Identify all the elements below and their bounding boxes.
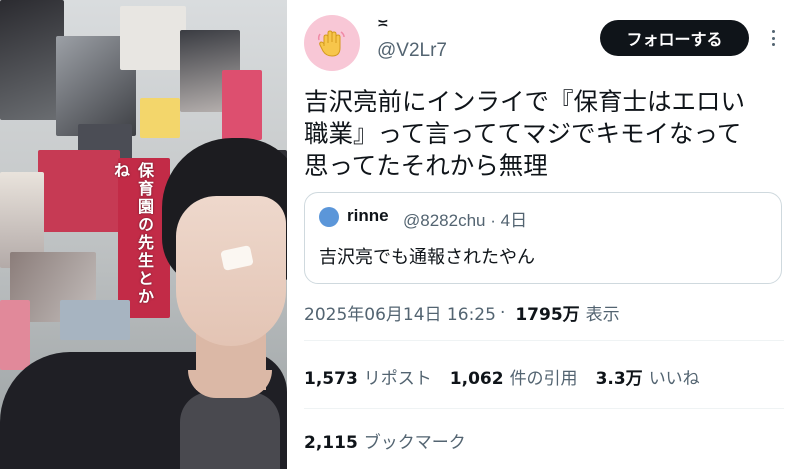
view-count: 1795万: [515, 305, 580, 325]
separator-dot: ·: [499, 302, 506, 323]
person-undershirt: [180, 392, 280, 469]
poster: [0, 0, 64, 120]
dot: [771, 43, 775, 46]
quote-count[interactable]: 1,062 件の引用: [450, 364, 578, 389]
quoted-tweet-meta: @8282chu · 4日: [403, 206, 527, 231]
view-count-label: 表示: [585, 305, 620, 325]
divider: [304, 340, 784, 341]
tweet-card: ≍ @V2Lr7 フォローする 吉沢亮前にインライで『保育士はエロい 職業』って…: [287, 0, 800, 469]
dot: [771, 36, 775, 40]
poster: [140, 98, 180, 138]
quoted-tweet-age: 4日: [500, 211, 528, 230]
author-handle[interactable]: @V2Lr7: [377, 40, 447, 62]
quoted-author-name: rinne: [347, 206, 389, 225]
poster: [60, 300, 130, 340]
author-avatar[interactable]: [304, 15, 360, 71]
repost-count[interactable]: 1,573 リポスト: [304, 364, 432, 389]
video-thumbnail[interactable]: 保育園の先生とかね: [0, 0, 287, 469]
tweet-timestamp[interactable]: 2025年06月14日 16:25: [304, 300, 496, 325]
bookmark-count-value: 2,115: [304, 433, 358, 453]
waving-hand-icon: [317, 30, 345, 57]
video-caption: 保育園の先生とかね: [111, 162, 154, 306]
more-options-icon[interactable]: [765, 24, 781, 52]
bookmark-count-label: ブックマーク: [363, 433, 466, 453]
quoted-author-avatar: [319, 207, 339, 227]
bookmark-count[interactable]: 2,115 ブックマーク: [304, 428, 466, 453]
dot: [771, 30, 775, 33]
tweet-timestamp-row: 2025年06月14日 16:25 · 1795万 表示: [304, 300, 620, 326]
like-count-label: いいね: [648, 369, 700, 389]
quote-count-label: 件の引用: [509, 369, 578, 389]
poster: [222, 70, 262, 140]
repost-count-label: リポスト: [363, 369, 432, 389]
divider: [304, 408, 784, 409]
quoted-author-handle: @8282chu: [403, 211, 486, 230]
like-count[interactable]: 3.3万 いいね: [596, 364, 700, 389]
quoted-tweet[interactable]: rinne @8282chu · 4日 吉沢亮でも通報されたやん: [304, 192, 782, 284]
follow-button[interactable]: フォローする: [600, 20, 749, 56]
author-display-name[interactable]: ≍: [377, 16, 389, 32]
repost-count-value: 1,573: [304, 369, 358, 389]
like-count-value: 3.3万: [595, 369, 643, 389]
tweet-text: 吉沢亮前にインライで『保育士はエロい 職業』って言っててマジでキモイなって 思っ…: [304, 87, 745, 180]
separator-dot: ·: [490, 211, 496, 230]
engagement-stats: 1,573 リポスト 1,062 件の引用 3.3万 いいね: [304, 364, 718, 389]
quoted-tweet-text: 吉沢亮でも通報されたやん: [319, 247, 535, 268]
quote-count-value: 1,062: [449, 369, 504, 389]
poster: [120, 6, 186, 70]
poster: [0, 300, 30, 370]
person-face: [176, 196, 286, 346]
